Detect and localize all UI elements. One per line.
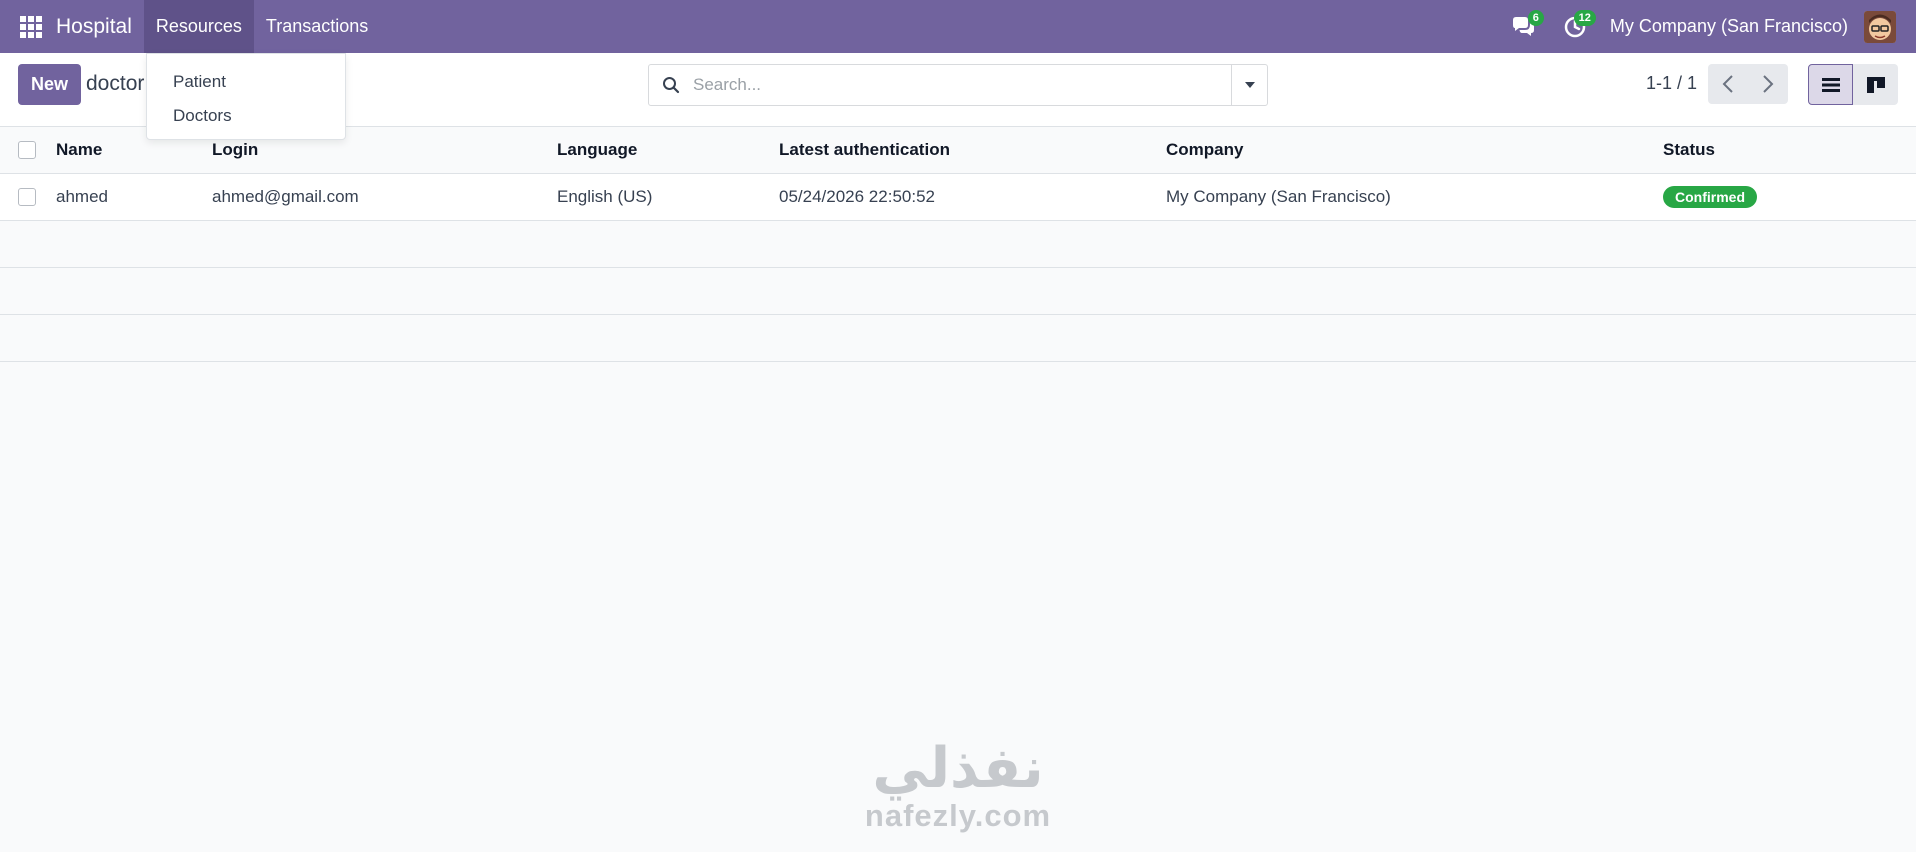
column-header-language[interactable]: Language (557, 127, 637, 173)
activities-count-badge: 12 (1573, 9, 1596, 26)
search-box (648, 64, 1268, 106)
search-icon (649, 65, 693, 105)
kanban-view-icon (1866, 76, 1885, 93)
app-name[interactable]: Hospital (56, 15, 132, 39)
empty-row (0, 268, 1916, 315)
empty-row (0, 315, 1916, 362)
row-checkbox[interactable] (18, 188, 36, 206)
chevron-right-icon (1763, 75, 1774, 93)
column-header-company[interactable]: Company (1166, 127, 1243, 173)
breadcrumb: doctor (86, 72, 145, 95)
list-table: Name Login Language Latest authenticatio… (0, 127, 1916, 362)
watermark-arabic-text: نفذلي (872, 736, 1044, 799)
menu-resources[interactable]: Resources (143, 0, 254, 53)
watermark-latin-text: nafezly.com (864, 798, 1052, 833)
dropdown-item-patient[interactable]: Patient (147, 65, 345, 99)
status-badge: Confirmed (1663, 186, 1757, 208)
watermark-logo: نفذلي nafezly.com (850, 738, 1066, 834)
column-header-status[interactable]: Status (1663, 127, 1715, 173)
column-header-latest-authentication[interactable]: Latest authentication (779, 127, 950, 173)
company-switcher[interactable]: My Company (San Francisco) (1610, 16, 1848, 37)
caret-down-icon (1244, 82, 1255, 88)
pager-next-button[interactable] (1748, 64, 1788, 104)
cell-status: Confirmed (1663, 174, 1757, 220)
systray: 6 12 My Company (San Francisco) (1506, 0, 1916, 53)
activities-button[interactable]: 12 (1558, 9, 1596, 44)
list-view-icon (1821, 77, 1840, 92)
kanban-view-button[interactable] (1853, 64, 1898, 105)
chevron-left-icon (1722, 75, 1733, 93)
list-view-button[interactable] (1808, 64, 1853, 105)
empty-row (0, 221, 1916, 268)
dropdown-item-doctors[interactable]: Doctors (147, 99, 345, 133)
select-all-checkbox[interactable] (18, 141, 36, 159)
cell-latest-authentication: 05/24/2026 22:50:52 (779, 187, 935, 206)
menu-transactions[interactable]: Transactions (254, 0, 380, 53)
cell-name: ahmed (56, 187, 108, 206)
apps-grid-icon[interactable] (20, 15, 42, 38)
cell-language: English (US) (557, 187, 653, 206)
table-row[interactable]: ahmed ahmed@gmail.com English (US) 05/24… (0, 174, 1916, 221)
cell-company: My Company (San Francisco) (1166, 187, 1391, 206)
user-avatar[interactable] (1864, 10, 1896, 43)
top-navbar: Hospital Resources Transactions 6 12 My … (0, 0, 1916, 53)
cell-login: ahmed@gmail.com (212, 187, 359, 206)
messages-count-badge: 6 (1527, 9, 1544, 26)
messages-button[interactable]: 6 (1506, 9, 1544, 44)
new-button[interactable]: New (18, 64, 81, 105)
search-input[interactable] (693, 66, 1231, 104)
resources-dropdown: Patient Doctors (146, 53, 346, 140)
pager-value[interactable]: 1-1 / 1 (1646, 73, 1697, 94)
pager-previous-button[interactable] (1708, 64, 1748, 104)
column-header-name[interactable]: Name (56, 127, 102, 173)
search-options-toggle[interactable] (1231, 65, 1267, 105)
